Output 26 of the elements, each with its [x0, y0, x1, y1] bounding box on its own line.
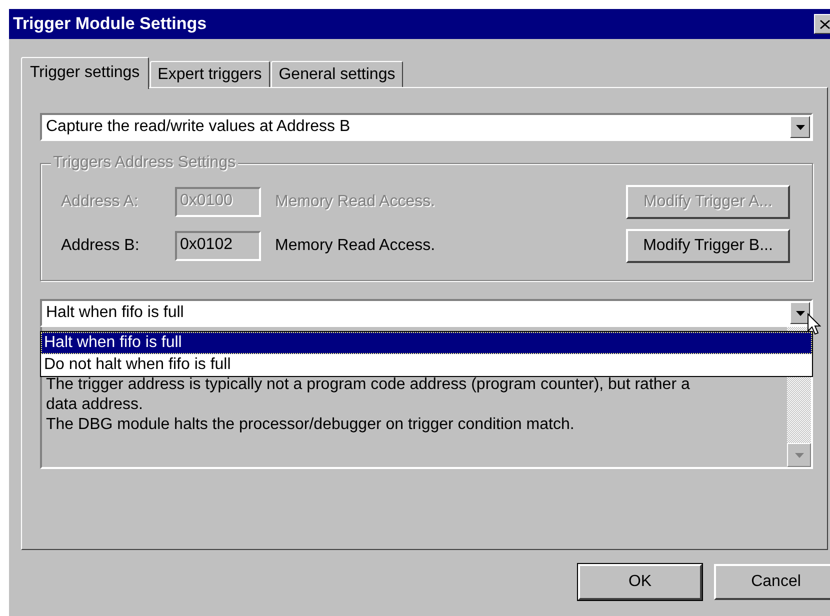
- dropdown-field[interactable]: Capture the read/write values at Address B: [40, 113, 813, 141]
- scroll-down-button[interactable]: [787, 443, 811, 467]
- access-label: Memory Read Access.: [275, 237, 436, 255]
- tab[interactable]: Trigger settings: [21, 57, 149, 89]
- field-label: Address B:: [61, 237, 140, 255]
- cancel-button[interactable]: Cancel: [714, 564, 830, 600]
- dropdown-button[interactable]: [790, 116, 810, 138]
- description-text: The DBG module halts the processor/debugger on trigger condition match.: [46, 415, 576, 435]
- caret-icon: [796, 310, 804, 316]
- description-text: data address.: [46, 395, 144, 415]
- field-label: Address A:: [61, 193, 140, 211]
- dropdown-button[interactable]: [790, 302, 810, 324]
- group-title: Triggers Address Settings: [51, 154, 238, 172]
- close-button[interactable]: [814, 14, 830, 34]
- ok-button[interactable]: OK: [578, 564, 702, 600]
- dropdown-field[interactable]: Halt when fifo is full: [40, 299, 813, 327]
- dropdown-option[interactable]: Halt when fifo is full: [41, 332, 812, 354]
- tab[interactable]: General settings: [270, 61, 404, 87]
- tab[interactable]: Expert triggers: [150, 61, 270, 87]
- window-title: Trigger Module Settings: [13, 14, 207, 34]
- access-label: Memory Read Access.: [275, 193, 436, 211]
- description-text: The trigger address is typically not a program code address (program counter), but rather a: [46, 375, 691, 395]
- dropdown-option[interactable]: Do not halt when fifo is full: [41, 354, 812, 376]
- close-icon: [820, 20, 830, 28]
- caret-icon: [796, 124, 804, 130]
- caret-icon: [794, 452, 804, 458]
